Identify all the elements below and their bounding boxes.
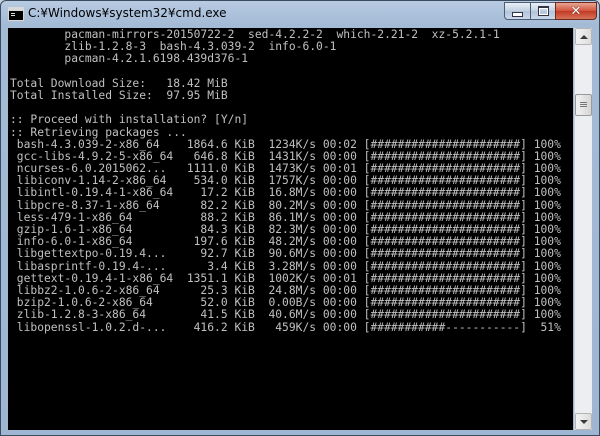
console-text: pacman-mirrors-20150722-2 sed-4.2.2-2 wh… [10, 28, 561, 334]
maximize-button[interactable] [530, 2, 556, 20]
console-line: libasprintf-0.19.4-... 3.4 KiB 3.28M/s 0… [10, 259, 561, 273]
console-line: zlib-1.2.8-3-x86_64 41.5 KiB 40.6M/s 00:… [10, 308, 561, 322]
console-window: C:¥Windows¥system32¥cmd.exe ✕ pacman-mir… [0, 0, 600, 436]
console-line: libpcre-8.37-1-x86_64 82.2 KiB 80.2M/s 0… [10, 198, 561, 212]
window-title: C:¥Windows¥system32¥cmd.exe [28, 6, 227, 20]
scroll-down-arrow-icon [579, 419, 588, 424]
scroll-up-button[interactable] [575, 28, 592, 45]
scroll-up-arrow-icon [579, 34, 588, 39]
console-icon[interactable] [8, 7, 24, 21]
console-line: Total Installed Size: 97.95 MiB [10, 88, 228, 102]
title-bar[interactable]: C:¥Windows¥system32¥cmd.exe ✕ [1, 1, 599, 27]
console-line: :: Retrieving packages ... [10, 125, 187, 139]
console-line: libgettextpo-0.19.4... 92.7 KiB 90.6M/s … [10, 247, 561, 261]
console-output[interactable]: pacman-mirrors-20150722-2 sed-4.2.2-2 wh… [8, 28, 573, 430]
scroll-down-button[interactable] [575, 413, 592, 430]
vertical-scrollbar[interactable] [574, 28, 592, 430]
console-line: libopenssl-1.0.2.d-... 416.2 KiB 459K/s … [10, 320, 561, 334]
maximize-icon [537, 6, 549, 16]
close-button[interactable]: ✕ [555, 2, 597, 20]
console-line: pacman-4.2.1.6198.439d376-1 [10, 52, 249, 66]
minimize-icon [512, 11, 523, 17]
console-line: libintl-0.19.4-1-x86_64 17.2 KiB 16.8M/s… [10, 186, 561, 200]
minimize-button[interactable] [504, 2, 531, 20]
scroll-thumb[interactable] [575, 94, 592, 116]
console-line: :: Proceed with installation? [Y/n] [10, 113, 249, 127]
close-icon: ✕ [570, 3, 582, 19]
